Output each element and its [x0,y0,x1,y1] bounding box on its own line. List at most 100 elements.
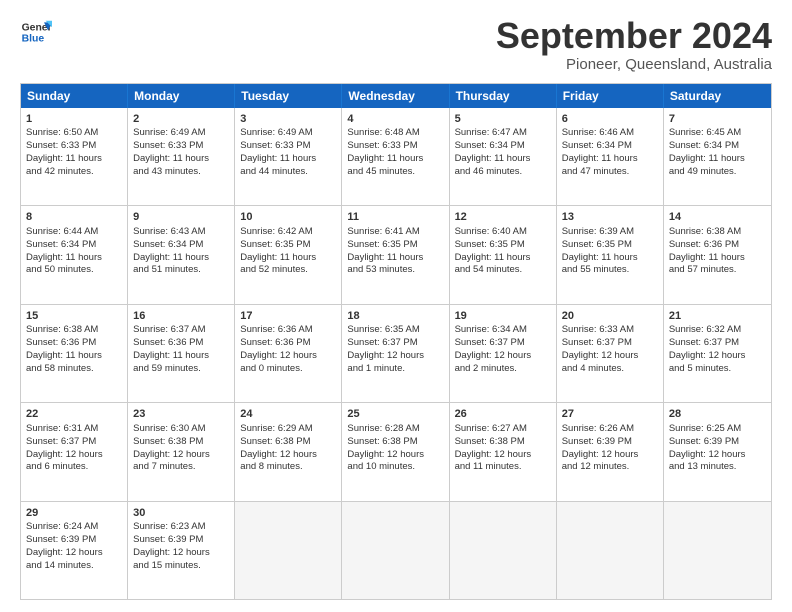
day-info-line: Sunset: 6:34 PM [455,140,551,153]
header-day-saturday: Saturday [664,84,771,108]
header-day-wednesday: Wednesday [342,84,449,108]
day-number: 5 [455,112,551,127]
day-info-line: Sunrise: 6:43 AM [133,226,229,239]
day-info-line: and 46 minutes. [455,166,551,179]
day-info-line: Daylight: 11 hours [133,252,229,265]
header-day-friday: Friday [557,84,664,108]
day-13: 13Sunrise: 6:39 AMSunset: 6:35 PMDayligh… [557,206,664,303]
day-info-line: and 10 minutes. [347,461,443,474]
day-info-line: Sunset: 6:33 PM [133,140,229,153]
week-4: 22Sunrise: 6:31 AMSunset: 6:37 PMDayligh… [21,403,771,501]
day-info-line: Sunrise: 6:23 AM [133,521,229,534]
logo-icon: General Blue [20,16,52,48]
day-info-line: Daylight: 12 hours [26,547,122,560]
day-info-line: Sunrise: 6:49 AM [240,127,336,140]
day-6: 6Sunrise: 6:46 AMSunset: 6:34 PMDaylight… [557,108,664,205]
day-info-line: Sunrise: 6:47 AM [455,127,551,140]
day-info-line: Sunrise: 6:38 AM [669,226,766,239]
logo: General Blue [20,16,52,48]
day-info-line: Sunset: 6:33 PM [347,140,443,153]
day-number: 22 [26,407,122,422]
day-info-line: Daylight: 11 hours [26,350,122,363]
day-info-line: and 5 minutes. [669,363,766,376]
day-info-line: Sunset: 6:35 PM [455,239,551,252]
day-info-line: Daylight: 11 hours [562,252,658,265]
day-info-line: and 4 minutes. [562,363,658,376]
day-info-line: and 50 minutes. [26,264,122,277]
day-info-line: Daylight: 11 hours [669,153,766,166]
day-info-line: Sunrise: 6:45 AM [669,127,766,140]
day-info-line: Daylight: 12 hours [240,449,336,462]
day-info-line: Sunrise: 6:39 AM [562,226,658,239]
day-info-line: and 45 minutes. [347,166,443,179]
day-info-line: Daylight: 11 hours [26,153,122,166]
header-day-tuesday: Tuesday [235,84,342,108]
day-19: 19Sunrise: 6:34 AMSunset: 6:37 PMDayligh… [450,305,557,402]
day-info-line: and 49 minutes. [669,166,766,179]
svg-text:Blue: Blue [22,34,45,45]
day-info-line: Sunset: 6:37 PM [562,337,658,350]
day-info-line: and 55 minutes. [562,264,658,277]
day-info-line: Sunset: 6:38 PM [133,436,229,449]
day-info-line: and 0 minutes. [240,363,336,376]
day-info-line: and 13 minutes. [669,461,766,474]
calendar-body: 1Sunrise: 6:50 AMSunset: 6:33 PMDaylight… [21,108,771,599]
day-number: 13 [562,210,658,225]
day-info-line: Daylight: 12 hours [562,449,658,462]
day-info-line: and 15 minutes. [133,560,229,573]
day-info-line: and 7 minutes. [133,461,229,474]
day-info-line: Sunset: 6:36 PM [669,239,766,252]
day-info-line: Sunrise: 6:25 AM [669,423,766,436]
day-number: 3 [240,112,336,127]
day-info-line: Sunrise: 6:40 AM [455,226,551,239]
day-number: 25 [347,407,443,422]
day-10: 10Sunrise: 6:42 AMSunset: 6:35 PMDayligh… [235,206,342,303]
day-info-line: and 57 minutes. [669,264,766,277]
day-info-line: and 51 minutes. [133,264,229,277]
title-block: September 2024 Pioneer, Queensland, Aust… [496,16,772,73]
day-info-line: and 53 minutes. [347,264,443,277]
day-info-line: Sunrise: 6:30 AM [133,423,229,436]
day-info-line: Sunset: 6:39 PM [669,436,766,449]
day-30: 30Sunrise: 6:23 AMSunset: 6:39 PMDayligh… [128,502,235,599]
day-info-line: Daylight: 12 hours [26,449,122,462]
day-info-line: Sunrise: 6:27 AM [455,423,551,436]
day-23: 23Sunrise: 6:30 AMSunset: 6:38 PMDayligh… [128,403,235,500]
day-7: 7Sunrise: 6:45 AMSunset: 6:34 PMDaylight… [664,108,771,205]
day-info-line: Sunset: 6:35 PM [562,239,658,252]
day-info-line: Sunrise: 6:38 AM [26,324,122,337]
day-info-line: Daylight: 12 hours [133,449,229,462]
day-21: 21Sunrise: 6:32 AMSunset: 6:37 PMDayligh… [664,305,771,402]
calendar-header: SundayMondayTuesdayWednesdayThursdayFrid… [21,84,771,108]
day-info-line: Daylight: 12 hours [347,449,443,462]
day-28: 28Sunrise: 6:25 AMSunset: 6:39 PMDayligh… [664,403,771,500]
day-4: 4Sunrise: 6:48 AMSunset: 6:33 PMDaylight… [342,108,449,205]
empty-cell [664,502,771,599]
day-info-line: Daylight: 11 hours [240,153,336,166]
day-info-line: Daylight: 12 hours [562,350,658,363]
day-info-line: and 14 minutes. [26,560,122,573]
day-8: 8Sunrise: 6:44 AMSunset: 6:34 PMDaylight… [21,206,128,303]
empty-cell [342,502,449,599]
day-number: 27 [562,407,658,422]
day-info-line: and 42 minutes. [26,166,122,179]
day-info-line: Sunset: 6:36 PM [26,337,122,350]
header-day-monday: Monday [128,84,235,108]
day-info-line: Daylight: 11 hours [455,252,551,265]
day-number: 16 [133,309,229,324]
day-info-line: Daylight: 12 hours [455,449,551,462]
day-number: 7 [669,112,766,127]
empty-cell [557,502,664,599]
subtitle: Pioneer, Queensland, Australia [496,56,772,73]
day-27: 27Sunrise: 6:26 AMSunset: 6:39 PMDayligh… [557,403,664,500]
day-info-line: Daylight: 11 hours [562,153,658,166]
day-info-line: Sunset: 6:33 PM [26,140,122,153]
day-number: 29 [26,506,122,521]
day-info-line: Sunrise: 6:35 AM [347,324,443,337]
week-5: 29Sunrise: 6:24 AMSunset: 6:39 PMDayligh… [21,502,771,599]
day-info-line: Sunrise: 6:37 AM [133,324,229,337]
main-title: September 2024 [496,16,772,56]
day-info-line: Sunrise: 6:29 AM [240,423,336,436]
day-number: 10 [240,210,336,225]
day-info-line: Sunset: 6:36 PM [133,337,229,350]
